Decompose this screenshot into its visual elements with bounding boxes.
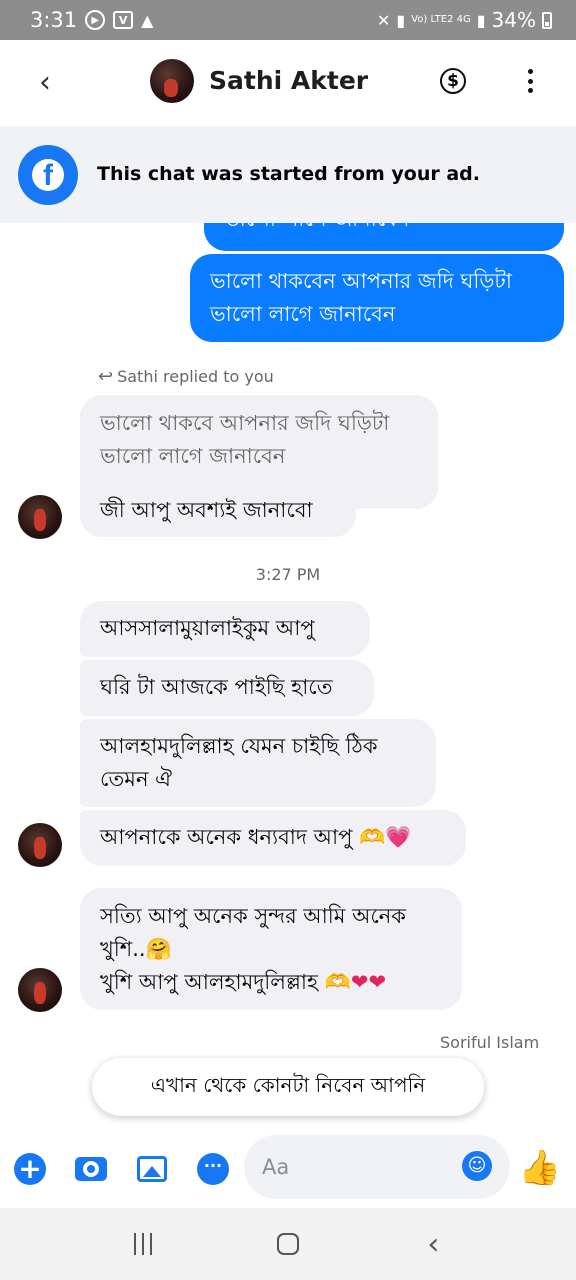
incoming-message[interactable]: জী আপু অবশ্যই জানাবো: [80, 485, 356, 537]
emoji-button[interactable]: ☺: [462, 1151, 492, 1181]
gallery-button[interactable]: [134, 1151, 170, 1187]
chat-bubble-icon: ···: [197, 1153, 229, 1185]
home-button[interactable]: [266, 1222, 310, 1266]
facebook-logo: f: [18, 145, 78, 205]
ad-banner-text: This chat was started from your ad.: [97, 163, 480, 185]
signal-icon-2: ▮: [476, 10, 486, 30]
suggested-reply-chip[interactable]: এখান থেকে কোনটা নিবেন আপনি: [92, 1058, 484, 1116]
message-list[interactable]: ভালো লাগে জানাবেন ভালো থাকবেন আপনার জদি …: [0, 223, 576, 1133]
signal-icon: ▮: [396, 10, 406, 30]
image-icon: [137, 1156, 167, 1182]
sender-avatar[interactable]: [18, 968, 62, 1012]
sender-label: Soriful Islam: [440, 1033, 540, 1052]
thumbs-up-icon: 👍: [518, 1148, 562, 1188]
incoming-message[interactable]: আলহামদুলিল্লাহ যেমন চাইছি ঠিক তেমন ঐ: [80, 719, 436, 807]
status-time: 3:31: [30, 8, 78, 32]
smiling-hug-emoji: 🤗: [145, 937, 172, 961]
mute-icon: ✕: [376, 10, 391, 30]
red-heart-emoji: ❤: [368, 970, 387, 994]
heart-hands-emoji: 🫶: [359, 825, 386, 849]
contact-avatar[interactable]: [150, 59, 194, 103]
smile-icon: ☺: [467, 1155, 487, 1176]
like-button[interactable]: 👍: [518, 1148, 562, 1188]
battery-percent: 34%: [491, 8, 536, 32]
timestamp-separator: 3:27 PM: [255, 565, 321, 584]
recent-apps-icon: [133, 1233, 152, 1255]
dollar-circle-icon: $: [447, 71, 459, 91]
media-icon: ▶: [85, 10, 106, 30]
chevron-left-icon: ‹: [39, 64, 51, 100]
more-vertical-icon: [527, 69, 533, 74]
back-button[interactable]: ‹: [30, 64, 60, 100]
recent-apps-button[interactable]: [121, 1222, 165, 1266]
sender-avatar[interactable]: [18, 495, 62, 539]
chat-header: ‹ Sathi Akter $: [0, 40, 576, 126]
payment-button[interactable]: $: [440, 68, 466, 94]
red-heart-emoji: ❤: [350, 970, 369, 994]
message-composer: + ··· ☺ 👍: [0, 1130, 576, 1208]
system-back-button[interactable]: ‹: [411, 1222, 455, 1266]
status-left: 3:31 ▶ V ▲: [30, 8, 153, 32]
network-type-label: Vo) LTE2 4G: [411, 14, 471, 25]
app-v-icon: V: [113, 11, 134, 29]
add-button[interactable]: +: [12, 1151, 48, 1187]
camera-button[interactable]: [73, 1151, 109, 1187]
back-chevron-icon: ‹: [427, 1226, 440, 1262]
incoming-message[interactable]: ঘরি টা আজকে পাইছি হাতে: [80, 660, 374, 716]
battery-icon: [542, 11, 552, 29]
warning-icon: ▲: [141, 10, 154, 30]
more-options-button[interactable]: [520, 66, 540, 96]
incoming-message[interactable]: সত্যি আপু অনেক সুন্দর আমি অনেক খুশি..🤗 খ…: [80, 888, 462, 1010]
outgoing-message[interactable]: ভালো থাকবেন আপনার জদি ঘড়িটা ভালো লাগে জ…: [190, 254, 564, 342]
incoming-message[interactable]: আসসালামুয়ালাইকুম আপু: [80, 601, 370, 657]
heart-hands-emoji: 🫶: [324, 970, 351, 994]
chat-extras-button[interactable]: ···: [195, 1151, 231, 1187]
messenger-screen: 3:31 ▶ V ▲ ✕ ▮ Vo) LTE2 4G ▮ 34% ‹ Sathi…: [0, 0, 576, 1280]
camera-icon: [75, 1157, 107, 1181]
sender-avatar[interactable]: [18, 823, 62, 867]
contact-name[interactable]: Sathi Akter: [209, 66, 368, 95]
pink-heart-emoji: 💗: [385, 825, 412, 849]
plus-circle-icon: +: [14, 1153, 46, 1185]
reply-note: ↩ Sathi replied to you: [98, 366, 274, 387]
status-bar: 3:31 ▶ V ▲ ✕ ▮ Vo) LTE2 4G ▮ 34%: [0, 0, 576, 40]
incoming-message[interactable]: আপনাকে অনেক ধন্যবাদ আপু 🫶💗: [80, 810, 466, 866]
status-right: ✕ ▮ Vo) LTE2 4G ▮ 34%: [377, 8, 552, 32]
outgoing-message[interactable]: ভালো লাগে জানাবেন: [204, 223, 564, 251]
ad-origin-banner: f This chat was started from your ad.: [0, 126, 576, 223]
home-icon: [276, 1233, 299, 1255]
reply-arrow-icon: ↩: [98, 366, 114, 387]
system-nav-bar: ‹: [0, 1208, 576, 1280]
